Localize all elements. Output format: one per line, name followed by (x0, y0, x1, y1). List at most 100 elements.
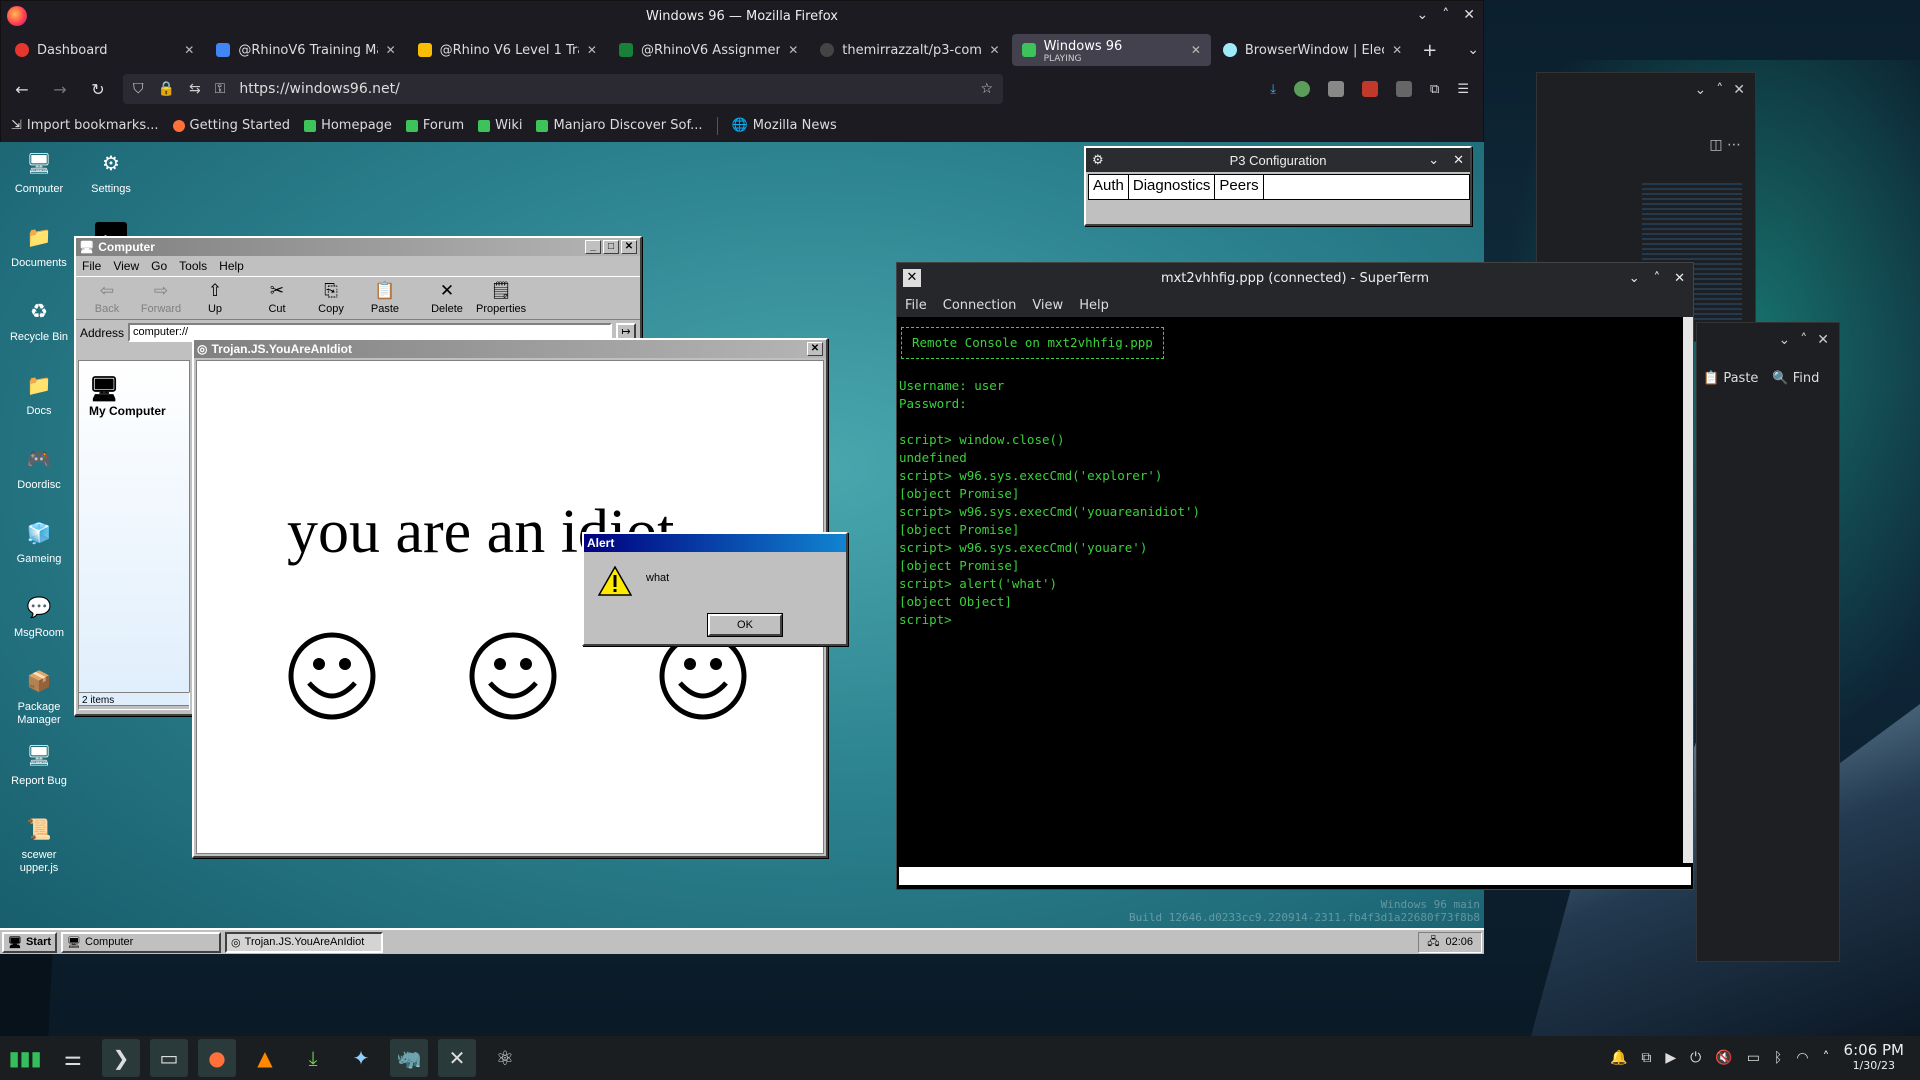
computer-titlebar[interactable]: 🖥 Computer _ □ ✕ (76, 238, 640, 256)
permissions-icon[interactable]: ⇆ (189, 81, 201, 97)
list-tabs-icon[interactable]: ⌄ (1467, 42, 1479, 58)
battery-icon[interactable]: ▭ (1747, 1050, 1760, 1066)
back-button[interactable]: ⇦ Back (82, 281, 132, 315)
find-button[interactable]: 🔍 Find (1772, 371, 1819, 386)
tab-rhino-training[interactable]: @RhinoV6 Training Ma ✕ (206, 34, 405, 66)
superterm-window[interactable]: ✕ mxt2vhhfig.ppp (connected) - SuperTerm… (896, 262, 1694, 890)
desktop-icon-scewer[interactable]: 📜 scewer upper.js (2, 814, 76, 875)
desktop-icon-gameing[interactable]: 🧊 Gameing (2, 518, 76, 566)
bookmark-mozilla-news[interactable]: 🌐 Mozilla News (732, 118, 837, 133)
desktop-icon-docs[interactable]: 📁 Docs (2, 370, 76, 418)
menu-file[interactable]: File (82, 259, 101, 273)
url-text[interactable]: https://windows96.net/ (239, 81, 966, 97)
desktop-icon-documents[interactable]: 📁 Documents (2, 222, 76, 270)
electron-app-icon[interactable]: ⚛ (486, 1039, 524, 1077)
extension-icon[interactable] (1294, 81, 1311, 97)
tab-close-icon[interactable]: ✕ (1191, 43, 1201, 57)
tab-rhino-assignment[interactable]: @RhinoV6 Assignment ✕ (609, 34, 808, 66)
bookmark-forum[interactable]: Forum (405, 118, 464, 133)
tab-github[interactable]: themirrazzalt/p3-comp ✕ (810, 34, 1009, 66)
tab-close-icon[interactable]: ✕ (184, 43, 194, 57)
delete-button[interactable]: ✕ Delete (422, 281, 472, 315)
tab-dashboard[interactable]: Dashboard ✕ (5, 34, 204, 66)
key-icon[interactable]: ⚿ (215, 81, 226, 97)
desktop-icon-msgroom[interactable]: 💬 MsgRoom (2, 592, 76, 640)
p3-configuration-window[interactable]: ⚙ P3 Configuration ⌄ ✕ Auth Diagnostics P… (1084, 146, 1472, 226)
tab-close-icon[interactable]: ✕ (587, 43, 597, 57)
menu-tools[interactable]: Tools (179, 259, 207, 273)
bookmark-wiki[interactable]: Wiki (478, 118, 522, 133)
forward-icon[interactable]: → (47, 80, 73, 99)
close-button[interactable]: ✕ (621, 240, 637, 254)
terminal-scrollbar[interactable] (1683, 317, 1693, 863)
tab-close-icon[interactable]: ✕ (990, 43, 1000, 57)
tab-close-icon[interactable]: ✕ (386, 43, 396, 57)
close-button[interactable]: ✕ (807, 342, 823, 356)
notifications-icon[interactable]: 🔔 (1610, 1050, 1627, 1066)
menu-help[interactable]: Help (1079, 298, 1109, 313)
up-button[interactable]: ⇧ Up (190, 281, 240, 315)
system-clock[interactable]: 6:06 PM 1/30/23 (1844, 1043, 1914, 1073)
desktop-icon-settings[interactable]: ⚙ Settings (74, 148, 148, 196)
minimize-icon[interactable]: ⌄ (1779, 332, 1791, 348)
superterm-app-icon[interactable]: ✕ (438, 1039, 476, 1077)
new-tab-icon[interactable]: + (1422, 40, 1437, 61)
firefox-titlebar[interactable]: Windows 96 — Mozilla Firefox ⌄ ˄ ✕ (1, 1, 1483, 31)
reload-icon[interactable]: ↻ (85, 80, 111, 99)
ok-button[interactable]: OK (707, 613, 783, 637)
updates-icon[interactable]: ⏻ (1690, 1050, 1701, 1066)
menu-connection[interactable]: Connection (943, 298, 1017, 313)
media-player-icon[interactable]: ▶ (1665, 1050, 1676, 1066)
copy-button[interactable]: ⎘ Copy (306, 281, 356, 315)
maximize-icon[interactable]: ˄ (1442, 7, 1449, 23)
more-icon[interactable]: ◫ ⋯ (1709, 137, 1741, 153)
properties-button[interactable]: 🗒 Properties (476, 281, 526, 315)
minimize-icon[interactable]: ⌄ (1428, 152, 1439, 168)
maximize-icon[interactable]: ˄ (1654, 271, 1661, 286)
tab-windows96[interactable]: Windows 96 PLAYING ✕ (1011, 34, 1211, 66)
tab-diagnostics[interactable]: Diagnostics (1129, 175, 1216, 199)
tab-close-icon[interactable]: ✕ (1392, 43, 1402, 57)
alert-dialog[interactable]: Alert what OK (582, 532, 848, 646)
close-icon[interactable]: ✕ (1817, 332, 1829, 348)
maximize-button[interactable]: □ (603, 240, 619, 254)
minimize-icon[interactable]: ⌄ (1695, 82, 1707, 98)
back-icon[interactable]: ← (9, 80, 35, 99)
tab-close-icon[interactable]: ✕ (788, 43, 798, 57)
bookmark-homepage[interactable]: Homepage (304, 118, 392, 133)
maximize-icon[interactable]: ˄ (1800, 332, 1807, 348)
taskbar-item-computer[interactable]: 🖥 Computer (61, 931, 222, 953)
vlc-icon[interactable]: ▲ (246, 1039, 284, 1077)
extension-icon[interactable] (1328, 81, 1345, 97)
desktop-icon-computer[interactable]: 🖥 Computer (2, 148, 76, 196)
alert-titlebar[interactable]: Alert (584, 534, 846, 552)
extensions-icon[interactable]: ⧉ (1430, 82, 1439, 97)
terminal-output[interactable]: Remote Console on mxt2vhhfig.ppp Usernam… (897, 317, 1683, 863)
tab-auth[interactable]: Auth (1089, 175, 1129, 199)
paste-button[interactable]: 📋 Paste (360, 281, 410, 315)
terminal-input[interactable] (899, 867, 1691, 885)
forward-button[interactable]: ⇨ Forward (136, 281, 186, 315)
download-manager-icon[interactable]: ⤓ (294, 1039, 332, 1077)
desktop-icon-recycle-bin[interactable]: ♻ Recycle Bin (2, 296, 76, 344)
paste-button[interactable]: 📋 Paste (1703, 371, 1758, 386)
downloads-icon[interactable]: ⤓ (1270, 82, 1276, 97)
trash-icon[interactable] (1396, 81, 1413, 97)
shield-icon[interactable]: ⛉ (133, 81, 144, 97)
p3-titlebar[interactable]: ⚙ P3 Configuration ⌄ ✕ (1086, 148, 1470, 172)
pager-icon[interactable]: ⚌ (54, 1039, 92, 1077)
manjaro-menu-icon[interactable]: ▮▮▮ (6, 1039, 44, 1077)
taskbar-item-trojan[interactable]: ◎ Trojan.JS.YouAreAnIdiot (225, 931, 384, 953)
minimize-button[interactable]: _ (585, 240, 601, 254)
bookmark-star-icon[interactable]: ☆ (980, 81, 993, 97)
ublock-icon[interactable] (1362, 81, 1379, 97)
desktop-icon-package-manager[interactable]: 📦 Package Manager (2, 666, 76, 727)
menu-help[interactable]: Help (219, 259, 244, 273)
menu-view[interactable]: View (113, 259, 139, 273)
close-icon[interactable]: ✕ (1453, 152, 1464, 168)
bookmark-discover[interactable]: Manjaro Discover Sof... (536, 118, 703, 133)
close-icon[interactable]: ✕ (1674, 271, 1685, 286)
menu-icon[interactable]: ☰ (1457, 82, 1469, 97)
close-icon[interactable]: ✕ (1733, 82, 1745, 98)
minimize-icon[interactable]: ⌄ (1417, 7, 1429, 23)
